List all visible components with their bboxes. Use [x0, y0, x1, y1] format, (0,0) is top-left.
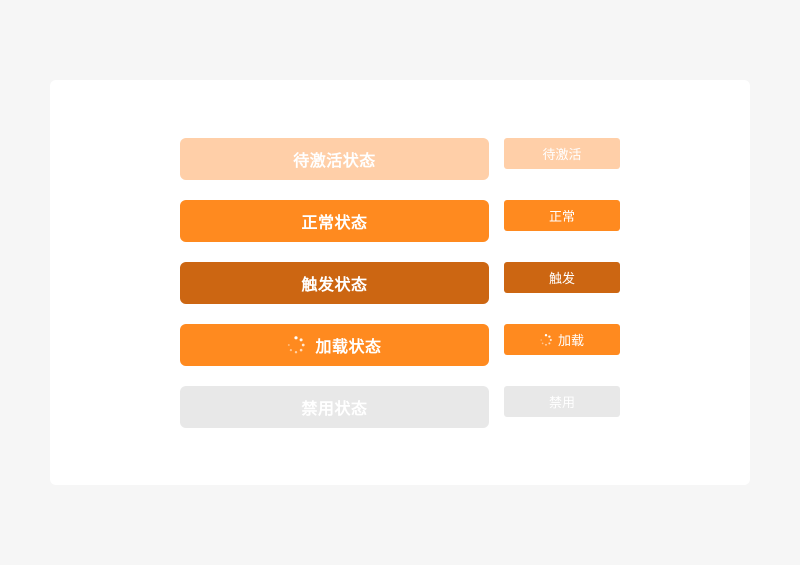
inactive-state-button-small[interactable]: 待激活: [504, 138, 620, 169]
normal-state-label-small: 正常: [548, 210, 575, 225]
loading-spinner-icon: [287, 336, 306, 354]
inactive-state-button-large[interactable]: 待激活状态: [180, 138, 489, 180]
loading-state-button-large[interactable]: 加载状态: [180, 324, 489, 366]
loading-state-label-large: 加载状态: [315, 337, 382, 356]
pressed-state-button-small[interactable]: 触发: [504, 262, 620, 293]
button-states-card: 待激活状态 待激活 正常状态 正常 触发状态 触发 加载状态 加载 禁用状态 禁…: [50, 80, 750, 485]
disabled-state-label-large: 禁用状态: [301, 399, 368, 418]
normal-state-button-large[interactable]: 正常状态: [180, 200, 489, 242]
loading-state-button-small[interactable]: 加载: [504, 324, 620, 355]
inactive-state-label-large: 待激活状态: [293, 151, 376, 170]
loading-spinner-icon: [540, 333, 552, 346]
pressed-state-button-large[interactable]: 触发状态: [180, 262, 489, 304]
disabled-state-button-small: 禁用: [504, 386, 620, 417]
disabled-state-label-small: 禁用: [548, 396, 575, 411]
pressed-state-label-large: 触发状态: [301, 275, 368, 294]
normal-state-label-large: 正常状态: [301, 213, 368, 232]
pressed-state-label-small: 触发: [548, 272, 575, 287]
normal-state-button-small[interactable]: 正常: [504, 200, 620, 231]
loading-state-label-small: 加载: [557, 334, 584, 349]
inactive-state-label-small: 待激活: [542, 148, 582, 163]
disabled-state-button-large: 禁用状态: [180, 386, 489, 428]
